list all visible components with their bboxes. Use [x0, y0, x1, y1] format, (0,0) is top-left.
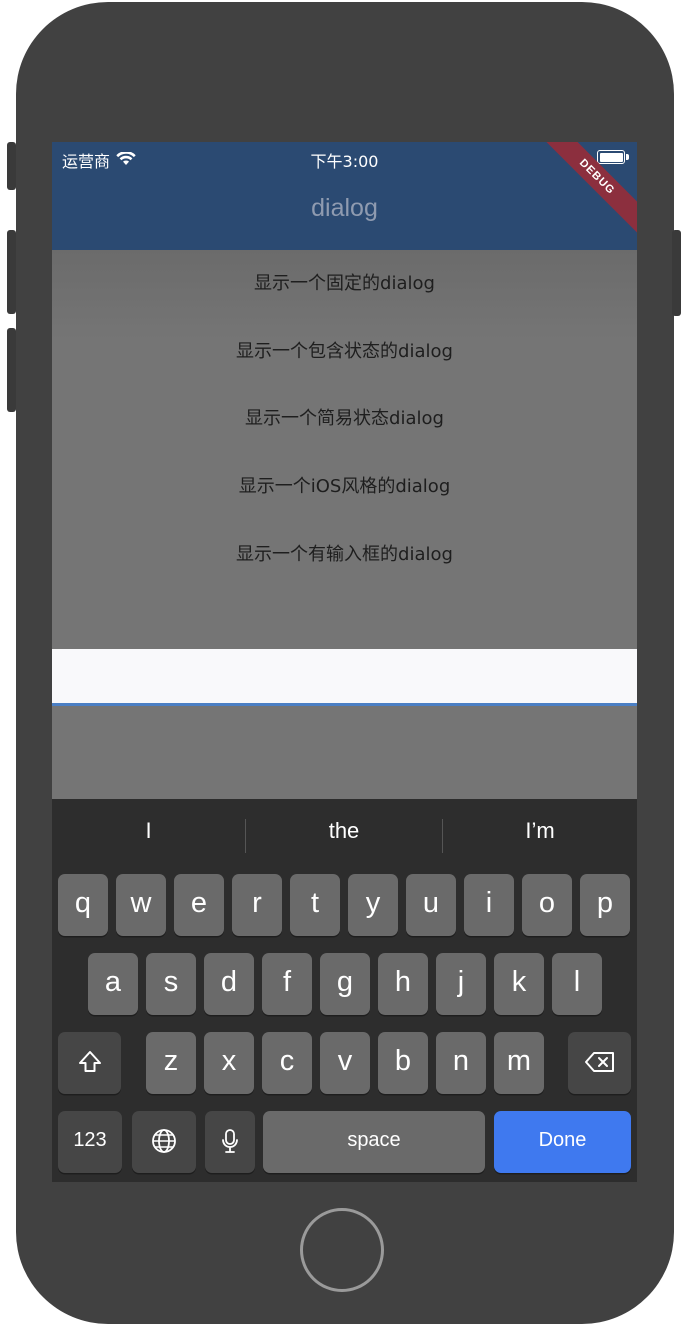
- status-bar: 运营商 下午3:00: [52, 142, 637, 172]
- dialog-text-input[interactable]: [52, 649, 637, 704]
- globe-key[interactable]: [132, 1111, 196, 1173]
- volume-down-button: [7, 328, 16, 412]
- mic-icon: [220, 1124, 240, 1156]
- screen: 运营商 下午3:00 dialog DEBUG 显示一个固定的dialog 显示…: [52, 142, 637, 1182]
- key-a[interactable]: a: [88, 953, 138, 1015]
- key-l[interactable]: l: [552, 953, 602, 1015]
- key-e[interactable]: e: [174, 874, 224, 936]
- menu-item-stateful-dialog[interactable]: 显示一个包含状态的dialog: [52, 332, 637, 372]
- key-q[interactable]: q: [58, 874, 108, 936]
- suggestion-3[interactable]: I’m: [443, 811, 637, 851]
- key-m[interactable]: m: [494, 1032, 544, 1094]
- key-f[interactable]: f: [262, 953, 312, 1015]
- key-c[interactable]: c: [262, 1032, 312, 1094]
- menu-item-ios-dialog[interactable]: 显示一个iOS风格的dialog: [52, 467, 637, 507]
- key-x[interactable]: x: [204, 1032, 254, 1094]
- key-g[interactable]: g: [320, 953, 370, 1015]
- menu-item-simple-state-dialog[interactable]: 显示一个简易状态dialog: [52, 399, 637, 439]
- key-d[interactable]: d: [204, 953, 254, 1015]
- menu-item-input-dialog[interactable]: 显示一个有输入框的dialog: [52, 535, 637, 575]
- volume-up-button: [7, 230, 16, 314]
- key-n[interactable]: n: [436, 1032, 486, 1094]
- dictation-key[interactable]: [205, 1111, 255, 1173]
- key-t[interactable]: t: [290, 874, 340, 936]
- power-button: [672, 230, 681, 316]
- key-b[interactable]: b: [378, 1032, 428, 1094]
- done-key[interactable]: Done: [494, 1111, 631, 1173]
- suggestion-1[interactable]: I: [52, 811, 245, 851]
- space-key[interactable]: space: [263, 1111, 485, 1173]
- shift-icon: [77, 1045, 103, 1077]
- key-v[interactable]: v: [320, 1032, 370, 1094]
- key-w[interactable]: w: [116, 874, 166, 936]
- key-z[interactable]: z: [146, 1032, 196, 1094]
- home-button[interactable]: [300, 1208, 384, 1292]
- delete-icon: [584, 1045, 616, 1077]
- key-o[interactable]: o: [522, 874, 572, 936]
- battery-icon: [597, 150, 629, 164]
- shift-key[interactable]: [58, 1032, 121, 1094]
- keyboard: I the I’m q w e r t y u i o p a s d f g …: [52, 799, 637, 1182]
- delete-key[interactable]: [568, 1032, 631, 1094]
- status-time: 下午3:00: [310, 152, 379, 171]
- globe-icon: [150, 1124, 178, 1156]
- key-i[interactable]: i: [464, 874, 514, 936]
- key-r[interactable]: r: [232, 874, 282, 936]
- key-k[interactable]: k: [494, 953, 544, 1015]
- suggestion-bar: I the I’m: [52, 799, 637, 859]
- key-u[interactable]: u: [406, 874, 456, 936]
- app-bar: 运营商 下午3:00 dialog DEBUG: [52, 142, 637, 250]
- page-title: dialog: [311, 194, 378, 222]
- key-h[interactable]: h: [378, 953, 428, 1015]
- key-s[interactable]: s: [146, 953, 196, 1015]
- text-input-underline: [52, 703, 637, 706]
- suggestion-2[interactable]: the: [246, 811, 442, 851]
- mute-switch: [7, 142, 16, 190]
- menu-item-fixed-dialog[interactable]: 显示一个固定的dialog: [52, 264, 637, 304]
- key-p[interactable]: p: [580, 874, 630, 936]
- numbers-key[interactable]: 123: [58, 1111, 122, 1173]
- key-y[interactable]: y: [348, 874, 398, 936]
- key-j[interactable]: j: [436, 953, 486, 1015]
